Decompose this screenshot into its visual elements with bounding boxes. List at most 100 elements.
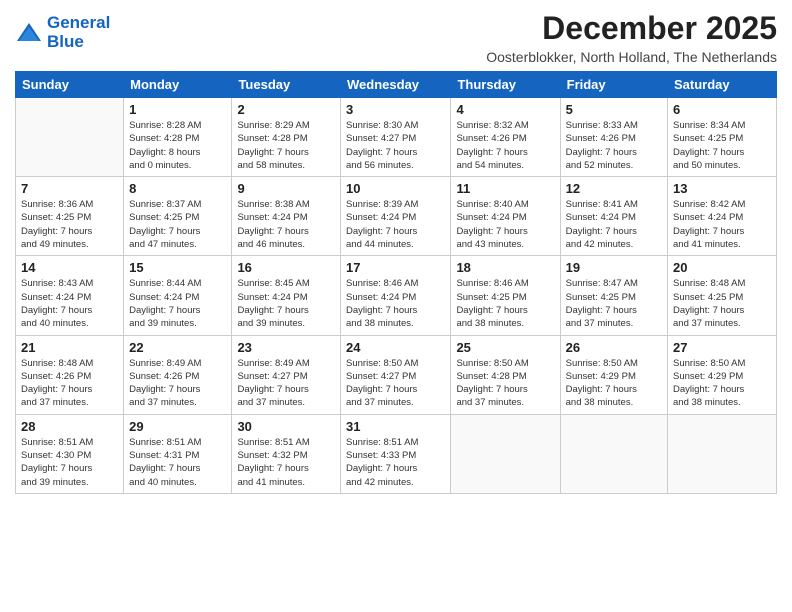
day-info: Sunrise: 8:29 AM Sunset: 4:28 PM Dayligh…: [237, 119, 335, 172]
day-number: 10: [346, 181, 445, 196]
day-info: Sunrise: 8:30 AM Sunset: 4:27 PM Dayligh…: [346, 119, 445, 172]
calendar-week-row: 7Sunrise: 8:36 AM Sunset: 4:25 PM Daylig…: [16, 177, 777, 256]
day-number: 5: [566, 102, 662, 117]
calendar-day-cell: [560, 414, 667, 493]
day-number: 31: [346, 419, 445, 434]
day-of-week-header: Tuesday: [232, 72, 341, 98]
logo-text-blue: Blue: [47, 33, 110, 52]
calendar-day-cell: 18Sunrise: 8:46 AM Sunset: 4:25 PM Dayli…: [451, 256, 560, 335]
calendar-week-row: 14 Sunrise: 8:43 AM Sunset: 4:24 PM Dayli…: [16, 256, 777, 335]
day-info: Sunrise: 8:51 AM Sunset: 4:31 PM Dayligh…: [129, 436, 226, 489]
day-info: Sunrise: 8:45 AM Sunset: 4:24 PM Dayligh…: [237, 277, 335, 330]
calendar-day-cell: 20Sunrise: 8:48 AM Sunset: 4:25 PM Dayli…: [668, 256, 777, 335]
calendar-day-cell: 3 Sunrise: 8:30 AM Sunset: 4:27 PM Daylig…: [341, 98, 451, 177]
day-info: Sunrise: 8:44 AM Sunset: 4:24 PM Dayligh…: [129, 277, 226, 330]
calendar-table: SundayMondayTuesdayWednesdayThursdayFrid…: [15, 71, 777, 494]
calendar-day-cell: 30 Sunrise: 8:51 AM Sunset: 4:32 PM Dayli…: [232, 414, 341, 493]
calendar-day-cell: 19Sunrise: 8:47 AM Sunset: 4:25 PM Dayli…: [560, 256, 667, 335]
day-info: Sunrise: 8:28 AM Sunset: 4:28 PM Dayligh…: [129, 119, 226, 172]
day-info: Sunrise: 8:48 AM Sunset: 4:26 PM Dayligh…: [21, 357, 118, 410]
calendar-day-cell: 16 Sunrise: 8:45 AM Sunset: 4:24 PM Dayli…: [232, 256, 341, 335]
calendar-day-cell: 17 Sunrise: 8:46 AM Sunset: 4:24 PM Dayli…: [341, 256, 451, 335]
calendar-day-cell: 12 Sunrise: 8:41 AM Sunset: 4:24 PM Dayli…: [560, 177, 667, 256]
day-number: 3: [346, 102, 445, 117]
day-info: Sunrise: 8:50 AM Sunset: 4:28 PM Dayligh…: [456, 357, 554, 410]
calendar-day-cell: 26Sunrise: 8:50 AM Sunset: 4:29 PM Dayli…: [560, 335, 667, 414]
day-info: Sunrise: 8:32 AM Sunset: 4:26 PM Dayligh…: [456, 119, 554, 172]
page-header: General Blue December 2025 Oosterblokker…: [15, 10, 777, 65]
day-number: 19: [566, 260, 662, 275]
day-number: 14: [21, 260, 118, 275]
calendar-day-cell: [451, 414, 560, 493]
day-info: Sunrise: 8:46 AM Sunset: 4:25 PM Dayligh…: [456, 277, 554, 330]
day-number: 12: [566, 181, 662, 196]
calendar-day-cell: 11Sunrise: 8:40 AM Sunset: 4:24 PM Dayli…: [451, 177, 560, 256]
day-info: Sunrise: 8:42 AM Sunset: 4:24 PM Dayligh…: [673, 198, 771, 251]
day-info: Sunrise: 8:49 AM Sunset: 4:26 PM Dayligh…: [129, 357, 226, 410]
calendar-day-cell: 23 Sunrise: 8:49 AM Sunset: 4:27 PM Dayli…: [232, 335, 341, 414]
day-info: Sunrise: 8:40 AM Sunset: 4:24 PM Dayligh…: [456, 198, 554, 251]
day-number: 21: [21, 340, 118, 355]
calendar-day-cell: 27 Sunrise: 8:50 AM Sunset: 4:29 PM Dayli…: [668, 335, 777, 414]
logo-icon: [15, 21, 43, 45]
day-number: 27: [673, 340, 771, 355]
title-block: December 2025 Oosterblokker, North Holla…: [486, 10, 777, 65]
day-number: 17: [346, 260, 445, 275]
day-number: 23: [237, 340, 335, 355]
day-of-week-header: Friday: [560, 72, 667, 98]
day-number: 1: [129, 102, 226, 117]
day-number: 25: [456, 340, 554, 355]
calendar-day-cell: 15Sunrise: 8:44 AM Sunset: 4:24 PM Dayli…: [124, 256, 232, 335]
day-number: 24: [346, 340, 445, 355]
day-info: Sunrise: 8:49 AM Sunset: 4:27 PM Dayligh…: [237, 357, 335, 410]
day-number: 2: [237, 102, 335, 117]
day-info: Sunrise: 8:50 AM Sunset: 4:29 PM Dayligh…: [673, 357, 771, 410]
day-info: Sunrise: 8:34 AM Sunset: 4:25 PM Dayligh…: [673, 119, 771, 172]
month-title: December 2025: [486, 10, 777, 47]
day-info: Sunrise: 8:37 AM Sunset: 4:25 PM Dayligh…: [129, 198, 226, 251]
calendar-day-cell: 29 Sunrise: 8:51 AM Sunset: 4:31 PM Dayli…: [124, 414, 232, 493]
calendar-day-cell: 24Sunrise: 8:50 AM Sunset: 4:27 PM Dayli…: [341, 335, 451, 414]
calendar-day-cell: 6 Sunrise: 8:34 AM Sunset: 4:25 PM Daylig…: [668, 98, 777, 177]
day-info: Sunrise: 8:38 AM Sunset: 4:24 PM Dayligh…: [237, 198, 335, 251]
day-of-week-header: Monday: [124, 72, 232, 98]
day-info: Sunrise: 8:41 AM Sunset: 4:24 PM Dayligh…: [566, 198, 662, 251]
logo: General Blue: [15, 14, 110, 51]
day-number: 22: [129, 340, 226, 355]
day-of-week-header: Sunday: [16, 72, 124, 98]
day-info: Sunrise: 8:43 AM Sunset: 4:24 PM Dayligh…: [21, 277, 118, 330]
calendar-day-cell: 25 Sunrise: 8:50 AM Sunset: 4:28 PM Dayli…: [451, 335, 560, 414]
calendar-week-row: 21 Sunrise: 8:48 AM Sunset: 4:26 PM Dayli…: [16, 335, 777, 414]
day-number: 8: [129, 181, 226, 196]
calendar-day-cell: 4 Sunrise: 8:32 AM Sunset: 4:26 PM Daylig…: [451, 98, 560, 177]
calendar-day-cell: 5Sunrise: 8:33 AM Sunset: 4:26 PM Daylig…: [560, 98, 667, 177]
day-number: 30: [237, 419, 335, 434]
calendar-day-cell: 7Sunrise: 8:36 AM Sunset: 4:25 PM Daylig…: [16, 177, 124, 256]
calendar-day-cell: 10 Sunrise: 8:39 AM Sunset: 4:24 PM Dayli…: [341, 177, 451, 256]
calendar-day-cell: 22 Sunrise: 8:49 AM Sunset: 4:26 PM Dayli…: [124, 335, 232, 414]
calendar-day-cell: [16, 98, 124, 177]
calendar-day-cell: 21 Sunrise: 8:48 AM Sunset: 4:26 PM Dayli…: [16, 335, 124, 414]
day-number: 4: [456, 102, 554, 117]
calendar-day-cell: 2 Sunrise: 8:29 AM Sunset: 4:28 PM Daylig…: [232, 98, 341, 177]
calendar-day-cell: 31Sunrise: 8:51 AM Sunset: 4:33 PM Dayli…: [341, 414, 451, 493]
day-number: 9: [237, 181, 335, 196]
day-number: 7: [21, 181, 118, 196]
day-info: Sunrise: 8:46 AM Sunset: 4:24 PM Dayligh…: [346, 277, 445, 330]
calendar-header-row: SundayMondayTuesdayWednesdayThursdayFrid…: [16, 72, 777, 98]
day-info: Sunrise: 8:50 AM Sunset: 4:29 PM Dayligh…: [566, 357, 662, 410]
calendar-week-row: 28 Sunrise: 8:51 AM Sunset: 4:30 PM Dayli…: [16, 414, 777, 493]
calendar-day-cell: 14 Sunrise: 8:43 AM Sunset: 4:24 PM Dayli…: [16, 256, 124, 335]
day-of-week-header: Wednesday: [341, 72, 451, 98]
calendar-week-row: 1 Sunrise: 8:28 AM Sunset: 4:28 PM Daylig…: [16, 98, 777, 177]
day-info: Sunrise: 8:51 AM Sunset: 4:30 PM Dayligh…: [21, 436, 118, 489]
calendar-day-cell: 28 Sunrise: 8:51 AM Sunset: 4:30 PM Dayli…: [16, 414, 124, 493]
day-info: Sunrise: 8:39 AM Sunset: 4:24 PM Dayligh…: [346, 198, 445, 251]
day-number: 6: [673, 102, 771, 117]
day-number: 29: [129, 419, 226, 434]
day-number: 16: [237, 260, 335, 275]
day-number: 28: [21, 419, 118, 434]
calendar-day-cell: [668, 414, 777, 493]
day-info: Sunrise: 8:51 AM Sunset: 4:32 PM Dayligh…: [237, 436, 335, 489]
day-of-week-header: Saturday: [668, 72, 777, 98]
